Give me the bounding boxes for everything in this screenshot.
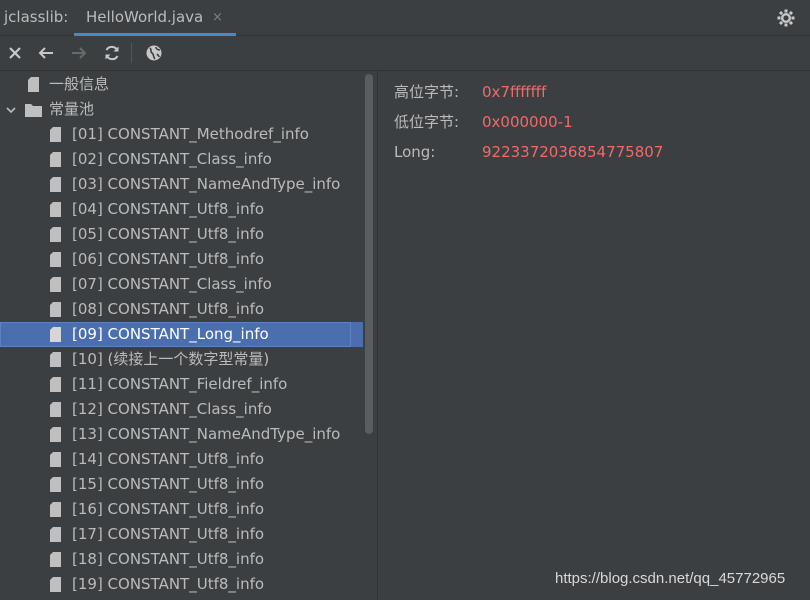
tree-item-label: [01] CONSTANT_Methodref_info	[72, 125, 309, 143]
toolbar-separator	[131, 43, 132, 63]
tool-window-title: jclasslib:	[4, 8, 69, 26]
tree-item-label: [12] CONSTANT_Class_info	[72, 400, 272, 418]
tree-item-constant[interactable]: [01] CONSTANT_Methodref_info	[0, 122, 363, 147]
watermark: https://blog.csdn.net/qq_45772965	[555, 570, 786, 587]
tree-item-label: [14] CONSTANT_Utf8_info	[72, 450, 265, 468]
high-bytes-field: 高位字节: 0x7fffffff	[394, 81, 546, 103]
tree-item-constant[interactable]: [19] CONSTANT_Utf8_info	[0, 572, 363, 597]
long-field: Long: 9223372036854775807	[394, 141, 663, 163]
file-icon	[50, 152, 61, 167]
tree-item-label: [15] CONSTANT_Utf8_info	[72, 475, 265, 493]
close-icon[interactable]	[6, 44, 24, 62]
tree-item-label: [02] CONSTANT_Class_info	[72, 150, 272, 168]
tab-bar: jclasslib: HelloWorld.java ×	[0, 0, 810, 36]
tree-item-constant[interactable]: [02] CONSTANT_Class_info	[0, 147, 363, 172]
file-icon	[50, 477, 61, 492]
refresh-icon[interactable]	[103, 44, 121, 62]
tree-item-label: [09] CONSTANT_Long_info	[72, 325, 269, 343]
file-icon	[50, 302, 61, 317]
tree-item-label: [07] CONSTANT_Class_info	[72, 275, 272, 293]
tree-item-constant[interactable]: [13] CONSTANT_NameAndType_info	[0, 422, 363, 447]
tree-item-constant[interactable]: [04] CONSTANT_Utf8_info	[0, 197, 363, 222]
chevron-down-icon[interactable]	[5, 104, 17, 116]
tree-item-constant-pool[interactable]: 常量池	[0, 97, 363, 122]
low-bytes-field: 低位字节: 0x000000-1	[394, 111, 573, 133]
file-icon	[50, 327, 61, 342]
file-icon	[50, 577, 61, 592]
tree-item-constant[interactable]: [06] CONSTANT_Utf8_info	[0, 247, 363, 272]
tree-item-label: [06] CONSTANT_Utf8_info	[72, 250, 265, 268]
low-bytes-label: 低位字节:	[394, 113, 460, 131]
tree-item-label: [08] CONSTANT_Utf8_info	[72, 300, 265, 318]
tree-scrollbar-thumb[interactable]	[365, 74, 373, 434]
low-bytes-value: 0x000000-1	[482, 113, 573, 131]
tree-item-constant[interactable]: [11] CONSTANT_Fieldref_info	[0, 372, 363, 397]
file-icon	[50, 352, 61, 367]
high-bytes-value: 0x7fffffff	[482, 83, 547, 101]
gear-icon[interactable]	[776, 8, 796, 28]
file-icon	[50, 452, 61, 467]
tree-item-label: 一般信息	[49, 75, 110, 93]
high-bytes-label: 高位字节:	[394, 83, 460, 101]
folder-icon	[25, 104, 42, 117]
file-icon	[50, 377, 61, 392]
tree-item-constant[interactable]: [17] CONSTANT_Utf8_info	[0, 522, 363, 547]
file-icon	[50, 427, 61, 442]
file-icon	[50, 277, 61, 292]
file-icon	[50, 252, 61, 267]
tree-item-label: [04] CONSTANT_Utf8_info	[72, 200, 265, 218]
tab-label: HelloWorld.java	[86, 8, 204, 26]
tree-item-label: [19] CONSTANT_Utf8_info	[72, 575, 265, 593]
toolbar	[0, 36, 810, 71]
file-icon	[50, 552, 61, 567]
constant-pool-tree: 一般信息 常量池 [01] CONSTANT_Methodref_info [02…	[0, 71, 363, 600]
long-value: 9223372036854775807	[482, 143, 664, 161]
file-icon	[28, 77, 39, 92]
file-icon	[50, 127, 61, 142]
tree-item-constant[interactable]: [15] CONSTANT_Utf8_info	[0, 472, 363, 497]
tree-item-constant[interactable]: [03] CONSTANT_NameAndType_info	[0, 172, 363, 197]
file-icon	[50, 402, 61, 417]
tree-item-label: [16] CONSTANT_Utf8_info	[72, 500, 265, 518]
tree-item-constant[interactable]: [09] CONSTANT_Long_info	[0, 322, 363, 347]
tree-item-general-info[interactable]: 一般信息	[0, 72, 363, 97]
file-icon	[50, 202, 61, 217]
file-icon	[50, 502, 61, 517]
browser-icon[interactable]	[145, 44, 163, 62]
back-arrow-icon[interactable]	[37, 44, 55, 62]
tree-item-constant[interactable]: [16] CONSTANT_Utf8_info	[0, 497, 363, 522]
forward-arrow-icon	[72, 47, 87, 59]
file-icon	[50, 527, 61, 542]
tab-helloworld[interactable]: HelloWorld.java ×	[74, 0, 236, 36]
tree-item-label: [03] CONSTANT_NameAndType_info	[72, 175, 341, 193]
tree-item-constant[interactable]: [18] CONSTANT_Utf8_info	[0, 547, 363, 572]
tree-item-constant[interactable]: [05] CONSTANT_Utf8_info	[0, 222, 363, 247]
tree-item-label: [10] (续接上一个数字型常量)	[72, 350, 270, 368]
detail-panel: 高位字节: 0x7fffffff 低位字节: 0x000000-1 Long: …	[378, 71, 810, 600]
file-icon	[50, 177, 61, 192]
tree-item-constant[interactable]: [07] CONSTANT_Class_info	[0, 272, 363, 297]
tree-item-label: [11] CONSTANT_Fieldref_info	[72, 375, 288, 393]
tree-item-constant[interactable]: [10] (续接上一个数字型常量)	[0, 347, 363, 372]
tree-item-constant[interactable]: [12] CONSTANT_Class_info	[0, 397, 363, 422]
long-label: Long:	[394, 143, 436, 161]
tree-item-label: [18] CONSTANT_Utf8_info	[72, 550, 265, 568]
tree-item-label: 常量池	[49, 100, 95, 118]
tree-item-label: [17] CONSTANT_Utf8_info	[72, 525, 265, 543]
tab-close-icon[interactable]: ×	[212, 10, 223, 25]
tree-item-label: [13] CONSTANT_NameAndType_info	[72, 425, 341, 443]
file-icon	[50, 227, 61, 242]
tree-item-constant[interactable]: [14] CONSTANT_Utf8_info	[0, 447, 363, 472]
tree-item-constant[interactable]: [08] CONSTANT_Utf8_info	[0, 297, 363, 322]
tree-item-label: [05] CONSTANT_Utf8_info	[72, 225, 265, 243]
